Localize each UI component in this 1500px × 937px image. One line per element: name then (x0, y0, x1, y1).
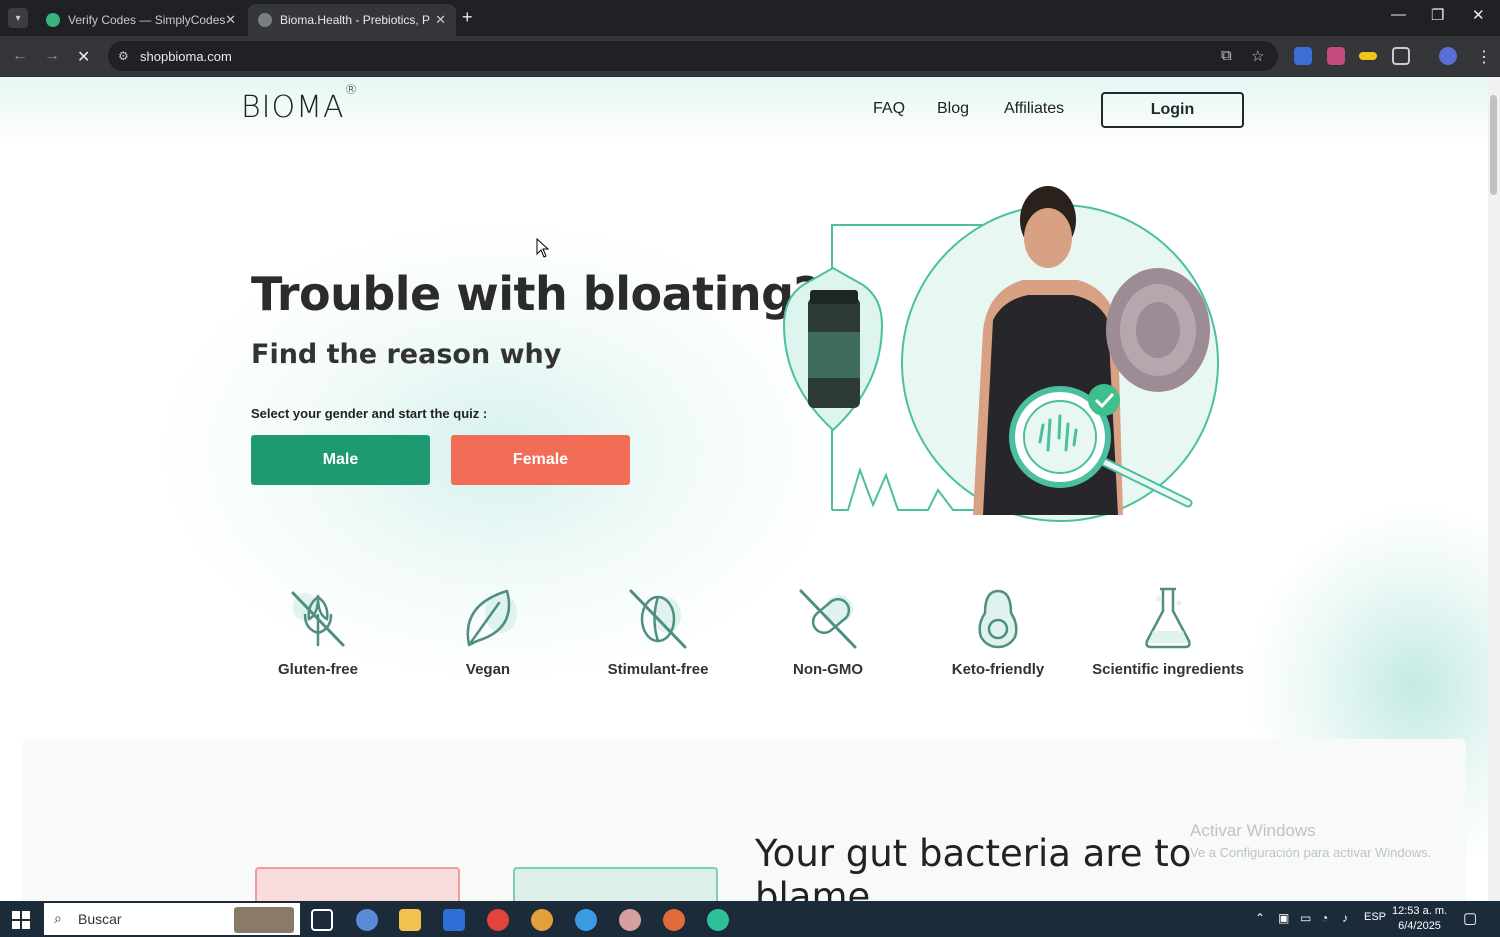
browser-toolbar: ← → ✕ ⚙ shopbioma.com ⧉ ☆ ⋮ (0, 36, 1500, 77)
chrome-icon[interactable] (487, 909, 509, 931)
feature-keto-friendly: Keto-friendly (913, 585, 1083, 678)
windows-activation-watermark: Activar Windows Ve a Configuración para … (1190, 821, 1432, 860)
search-placeholder: Buscar (78, 911, 122, 927)
nav-faq-link[interactable]: FAQ (873, 100, 905, 118)
feature-scientific-ingredients: Scientific ingredients (1083, 585, 1253, 678)
translate-icon[interactable]: ⧉ (1221, 47, 1232, 64)
feature-non-gmo: Non-GMO (743, 585, 913, 678)
stop-loading-icon[interactable]: ✕ (77, 47, 90, 67)
browser-tab-bar: ▾ Verify Codes — SimplyCodes ✕ Bioma.Hea… (0, 0, 1500, 36)
feature-label: Keto-friendly (951, 661, 1045, 678)
nav-affiliates-link[interactable]: Affiliates (1004, 100, 1064, 118)
stimulant-free-icon (629, 589, 687, 649)
back-icon[interactable]: ← (12, 47, 28, 65)
female-button[interactable]: Female (451, 435, 630, 485)
restore-button[interactable]: ❐ (1431, 6, 1444, 24)
feature-gluten-free: Gluten-free (233, 585, 403, 678)
minimize-button[interactable]: — (1391, 6, 1406, 23)
windows-start-icon[interactable] (12, 911, 30, 929)
bioma-logo[interactable]: BIOMA® (241, 83, 359, 125)
notifications-icon[interactable]: ▢ (1463, 909, 1477, 927)
avocado-icon (978, 589, 1018, 649)
gift-extension-icon[interactable] (1327, 47, 1345, 65)
tab-title: Verify Codes — SimplyCodes (68, 13, 226, 27)
search-icon: ⌕ (54, 910, 62, 926)
clock[interactable]: 12:53 a. m. 6/4/2025 (1392, 904, 1447, 934)
wallet-extension-icon[interactable] (1359, 52, 1377, 60)
hero-title: Trouble with bloating? (251, 267, 820, 321)
task-view-icon[interactable] (311, 909, 333, 931)
close-window-button[interactable]: ✕ (1472, 6, 1485, 24)
quiz-prompt: Select your gender and start the quiz : (251, 406, 488, 421)
gluten-free-icon (291, 591, 345, 647)
chrome-icon[interactable] (575, 909, 597, 931)
bad-bacteria-card (255, 867, 460, 901)
address-bar[interactable]: ⚙ shopbioma.com ⧉ ☆ (108, 41, 1278, 71)
file-explorer-icon[interactable] (399, 909, 421, 931)
profile-avatar[interactable] (1439, 47, 1457, 65)
feature-stimulant-free: Stimulant-free (573, 585, 743, 678)
feature-label: Gluten-free (277, 661, 358, 678)
close-tab-icon[interactable]: ✕ (435, 12, 446, 28)
chrome-icon[interactable] (663, 909, 685, 931)
chrome-icon[interactable] (531, 909, 553, 931)
url-text: shopbioma.com (140, 48, 232, 64)
forward-icon[interactable]: → (44, 47, 60, 65)
feature-label: Stimulant-free (607, 661, 709, 678)
tab-list-button[interactable]: ▾ (8, 8, 28, 28)
web-page: BIOMA® FAQ Blog Affiliates Login Trouble… (0, 77, 1488, 901)
tab-title: Bioma.Health - Prebiotics, Prob (280, 13, 430, 27)
scrollbar-thumb[interactable] (1490, 95, 1497, 195)
chrome-icon[interactable] (619, 909, 641, 931)
good-bacteria-card (513, 867, 718, 901)
feature-vegan: Vegan (403, 585, 573, 678)
feature-label: Scientific ingredients (1092, 661, 1244, 678)
male-button[interactable]: Male (251, 435, 430, 485)
flask-icon (1145, 587, 1191, 649)
tab-bioma[interactable]: Bioma.Health - Prebiotics, Prob ✕ (248, 4, 456, 36)
windows-taskbar: ⌕ Buscar ⌃ ▣ ▭ ◔ ♪ ESP 12:53 a. m. 6/4/20… (0, 901, 1500, 937)
taskbar-search-box[interactable]: ⌕ Buscar (44, 903, 300, 935)
hero-illustration (782, 186, 1219, 522)
wifi-icon[interactable]: ◔ (1321, 911, 1328, 925)
search-highlight-image (234, 907, 294, 933)
chrome-icon[interactable] (707, 909, 729, 931)
mouse-cursor-icon (536, 238, 550, 258)
copilot-icon[interactable] (356, 909, 378, 931)
feature-label: Vegan (465, 661, 511, 678)
section-title: Your gut bacteria are to blame (755, 832, 1192, 901)
menu-kebab-icon[interactable]: ⋮ (1476, 47, 1492, 67)
nav-blog-link[interactable]: Blog (937, 100, 969, 118)
simplycodes-favicon-icon (46, 13, 60, 27)
meet-icon[interactable]: ▣ (1278, 911, 1289, 925)
extensions-puzzle-icon[interactable] (1392, 47, 1410, 65)
translator-extension-icon[interactable] (1294, 47, 1312, 65)
non-gmo-icon (799, 589, 857, 649)
site-info-icon[interactable]: ⚙ (118, 49, 132, 63)
site-header (0, 77, 1488, 143)
gut-bacteria-section (22, 739, 1466, 901)
language-indicator[interactable]: ESP (1364, 911, 1386, 923)
page-scrollbar[interactable] (1488, 77, 1500, 901)
microsoft-store-icon[interactable] (443, 909, 465, 931)
hero-subtitle: Find the reason why (251, 339, 562, 370)
volume-icon[interactable]: ♪ (1342, 911, 1348, 925)
feature-label: Non-GMO (793, 661, 863, 678)
close-tab-icon[interactable]: ✕ (225, 12, 236, 28)
bookmark-star-icon[interactable]: ☆ (1251, 47, 1264, 65)
login-button[interactable]: Login (1101, 92, 1244, 128)
new-tab-button[interactable]: + (462, 7, 473, 28)
tray-overflow-icon[interactable]: ⌃ (1255, 911, 1265, 925)
leaf-icon (466, 589, 517, 647)
bioma-favicon-icon (258, 13, 272, 27)
display-icon[interactable]: ▭ (1300, 911, 1311, 925)
tab-simplycodes[interactable]: Verify Codes — SimplyCodes ✕ (36, 4, 246, 36)
